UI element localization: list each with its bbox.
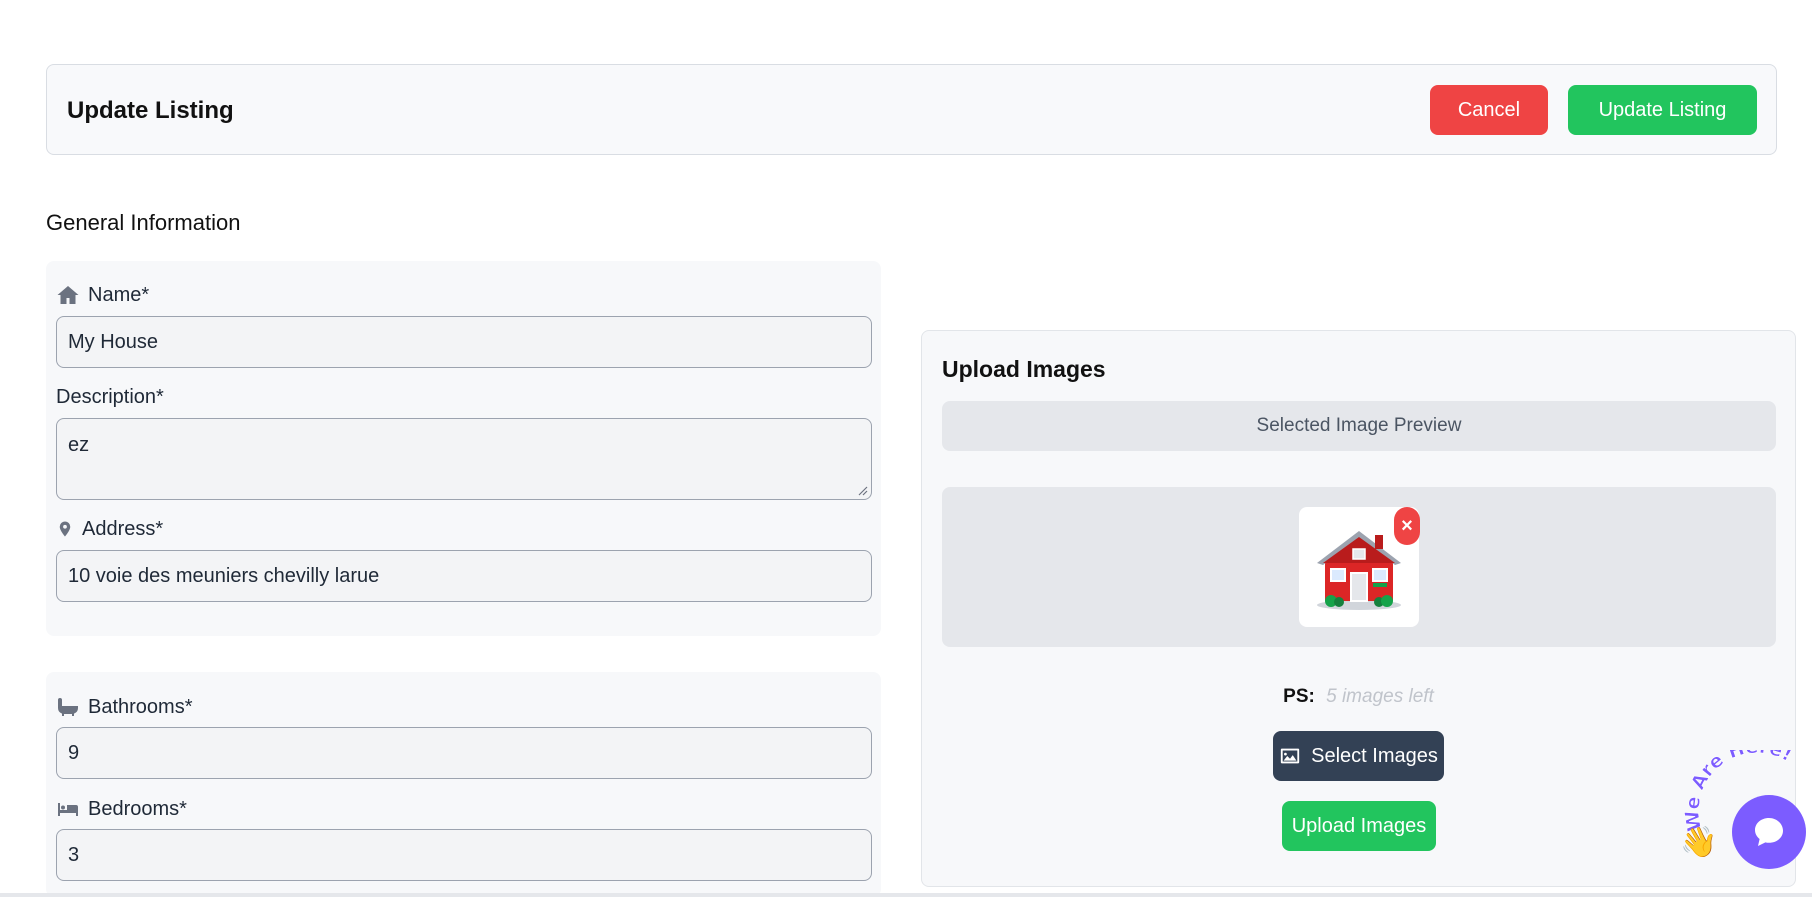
name-input[interactable]: My House [56,316,872,368]
bedrooms-input-value: 3 [68,843,80,866]
select-images-button[interactable]: Select Images [1273,731,1444,781]
bathrooms-input-value: 9 [68,741,80,764]
images-left-count: 5 images left [1326,686,1434,707]
description-label: Description* [56,386,164,409]
bathrooms-input[interactable]: 9 [56,727,872,779]
description-textarea-value: ez [68,434,90,456]
bottom-divider [0,893,1812,897]
general-info-heading: General Information [46,210,241,235]
name-input-value: My House [68,330,159,353]
address-label-text: Address* [82,517,164,540]
address-input-value: 10 voie des meuniers chevilly larue [68,564,380,587]
chat-open-button[interactable] [1732,795,1806,869]
bathrooms-label-text: Bathrooms* [88,695,193,718]
home-icon [57,286,79,304]
rooms-card: Bathrooms* 9 Bedrooms* 3 [46,672,881,897]
description-label-text: Description* [56,386,164,408]
image-thumbnail[interactable]: × [1299,507,1420,627]
waving-hand-icon: 👋 [1680,826,1718,859]
name-label: Name* [56,283,149,307]
images-left-note: PS: 5 images left [922,686,1795,708]
description-textarea[interactable]: ez [56,418,872,500]
chat-icon [1755,818,1783,846]
location-pin-icon [59,521,71,537]
select-images-label: Select Images [1311,744,1438,767]
bedrooms-label-text: Bedrooms* [88,797,187,820]
general-info-card: Name* My House Description* ez Address* … [46,261,881,636]
update-listing-button[interactable]: Update Listing [1568,85,1757,135]
address-input[interactable]: 10 voie des meuniers chevilly larue [56,550,872,602]
remove-image-button[interactable]: × [1394,507,1420,545]
ps-label: PS: [1283,686,1315,707]
bedrooms-input[interactable]: 3 [56,829,872,881]
upload-images-heading: Upload Images [942,356,1106,382]
image-thumbnails-area: × [942,487,1776,647]
bathtub-icon [58,698,78,716]
upload-images-button[interactable]: Upload Images [1282,801,1436,851]
bathrooms-label: Bathrooms* [56,695,193,719]
bed-icon [58,803,78,816]
name-label-text: Name* [88,283,150,306]
upload-images-card: Upload Images Selected Image Preview × P… [921,330,1796,887]
selected-image-preview-label: Selected Image Preview [942,401,1776,451]
cancel-button[interactable]: Cancel [1430,85,1548,135]
address-label: Address* [56,517,163,541]
image-icon [1280,748,1300,764]
chat-widget[interactable]: We Are Here! 👋 [1680,750,1812,880]
page-title: Update Listing [67,97,234,124]
listing-header: Update Listing Cancel Update Listing [46,64,1777,155]
resize-handle-icon[interactable] [858,486,868,496]
bedrooms-label: Bedrooms* [56,797,187,821]
